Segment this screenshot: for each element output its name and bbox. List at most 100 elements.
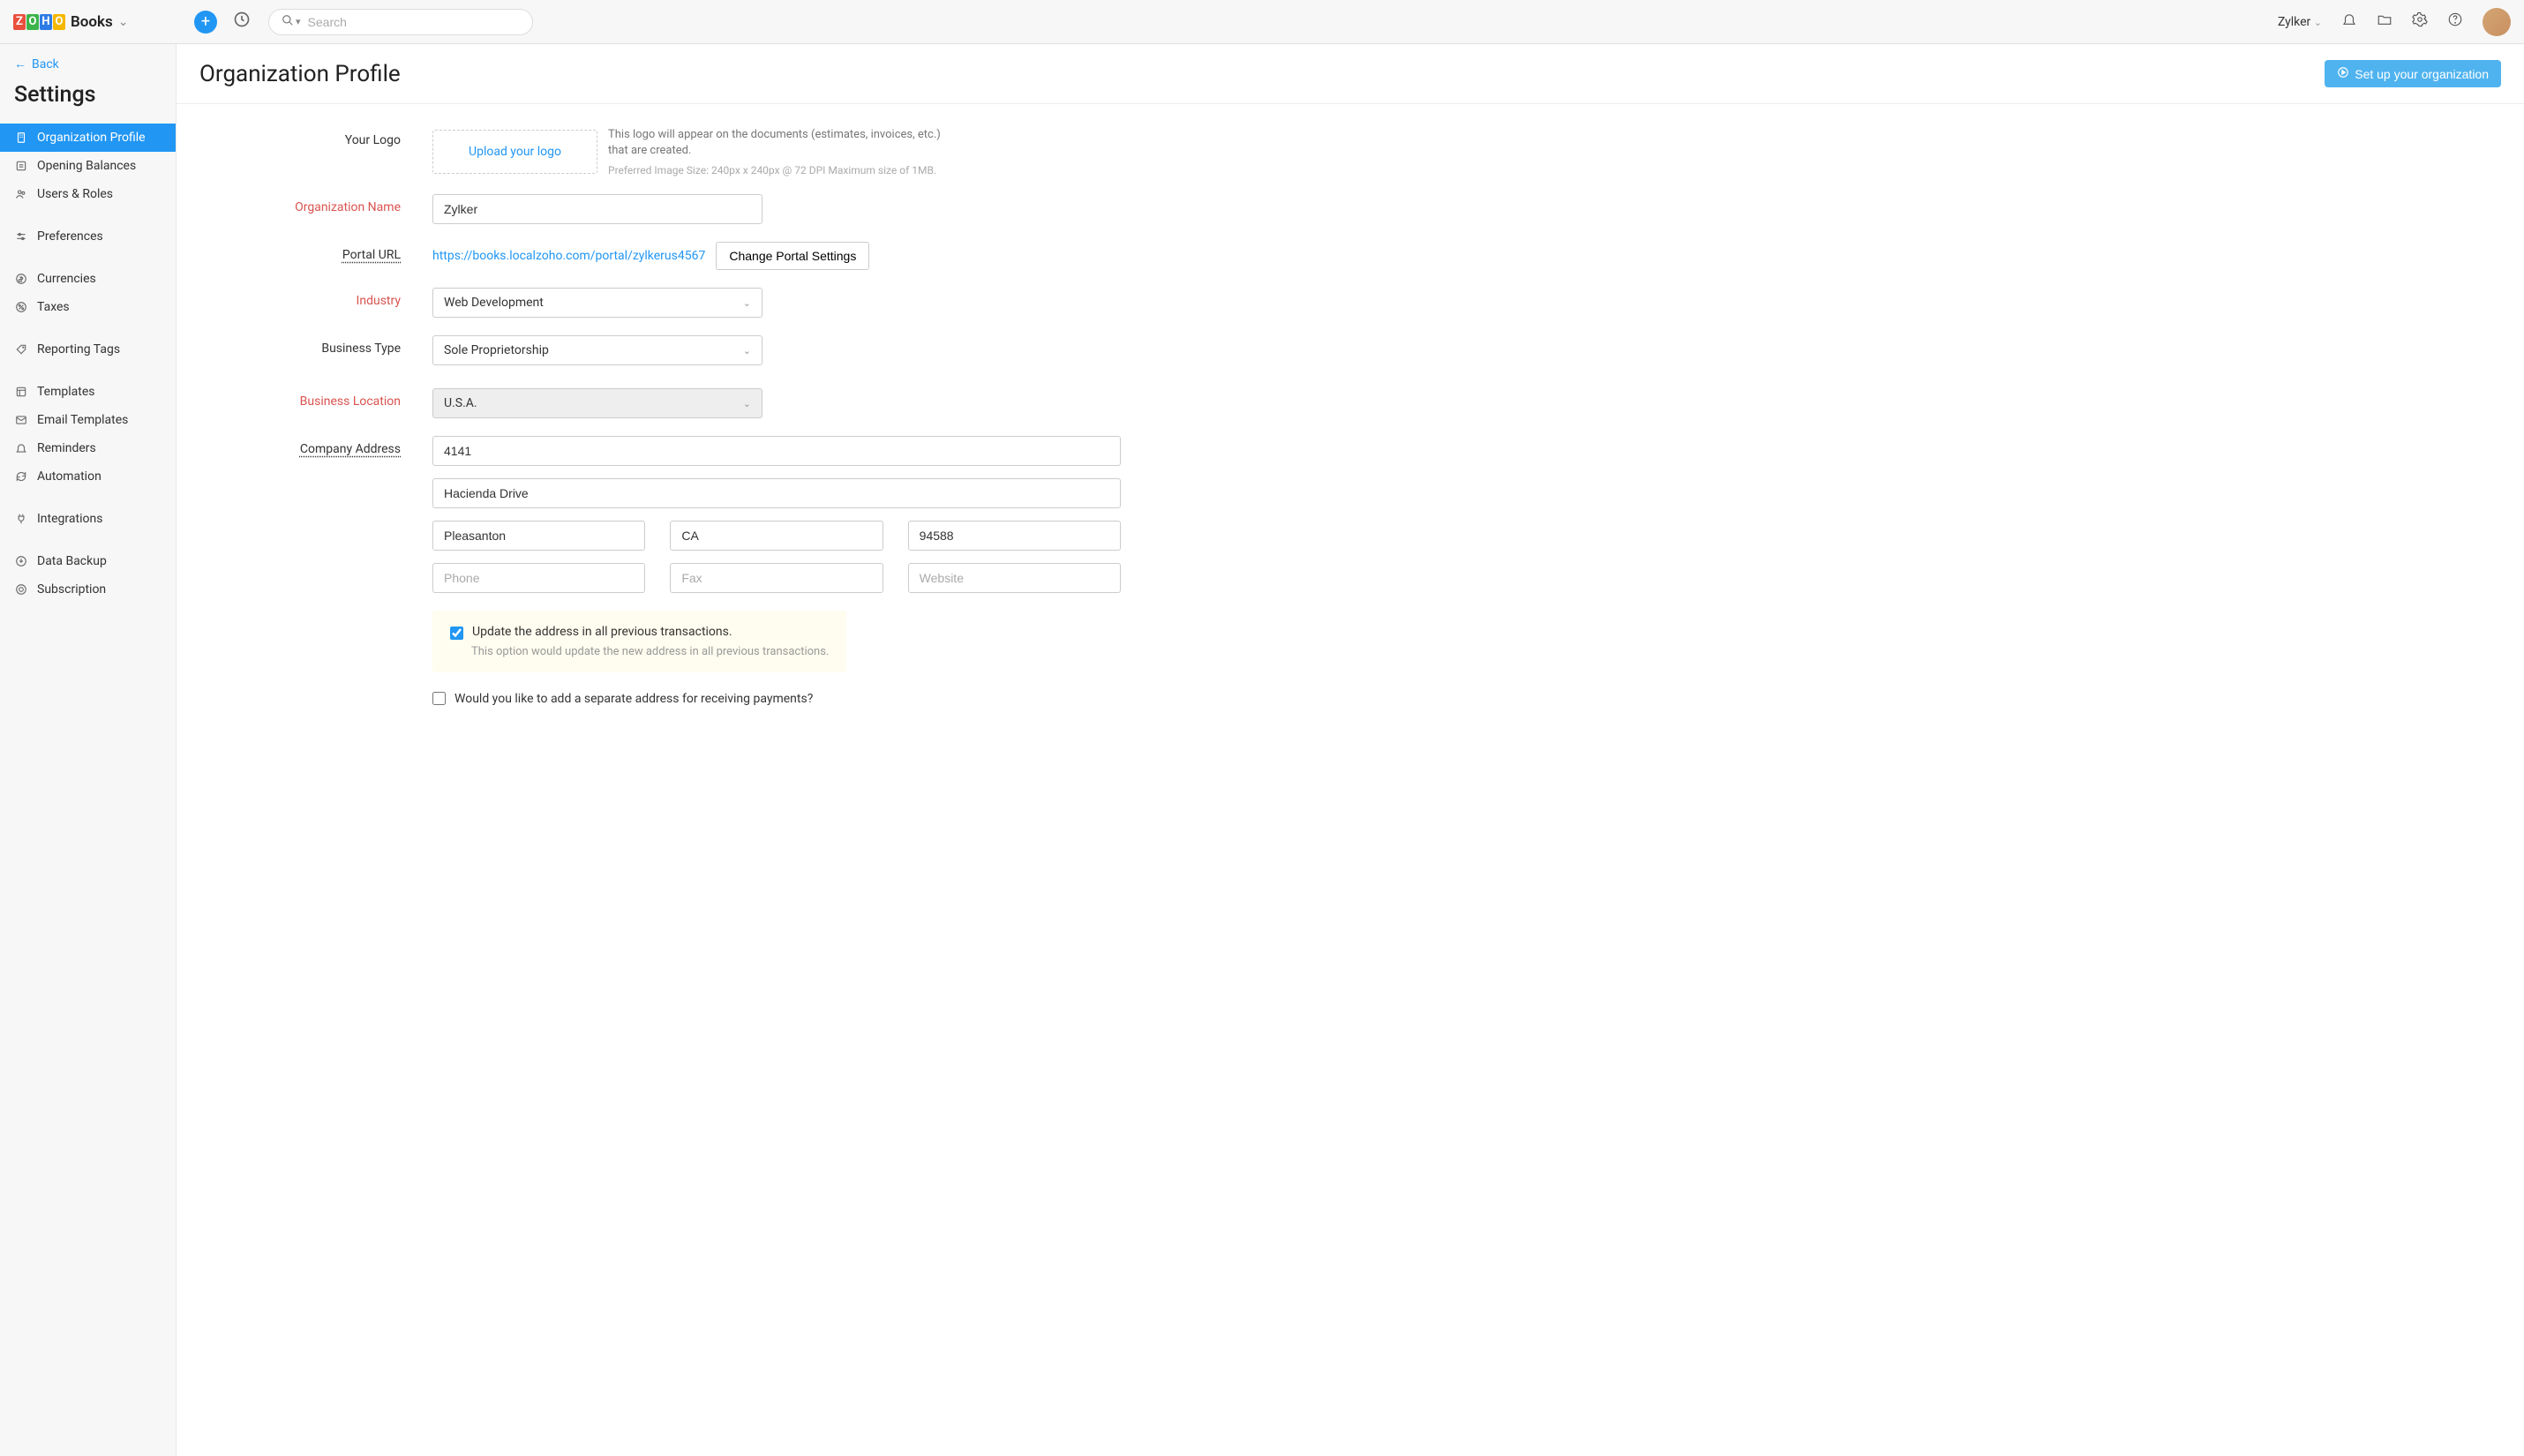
page-header: Organization Profile Set up your organiz…	[177, 44, 2524, 104]
help-icon[interactable]	[2447, 11, 2463, 32]
logo-label: Your Logo	[229, 127, 432, 147]
address-phone-input[interactable]	[432, 563, 645, 593]
industry-label: Industry	[229, 288, 432, 308]
setup-organization-button[interactable]: Set up your organization	[2325, 60, 2501, 87]
building-icon	[14, 131, 28, 144]
balance-icon	[14, 160, 28, 172]
address-street1-input[interactable]	[432, 436, 1121, 466]
search-dropdown-caret-icon[interactable]: ▾	[296, 16, 301, 27]
search-box[interactable]: ▾	[268, 9, 533, 35]
tag-icon	[14, 343, 28, 356]
sidebar-item-reporting-tags[interactable]: Reporting Tags	[0, 335, 176, 364]
play-circle-icon	[2337, 66, 2349, 81]
sidebar-item-taxes[interactable]: Taxes	[0, 293, 176, 321]
sidebar-item-label: Automation	[37, 469, 101, 484]
sidebar-item-email-templates[interactable]: Email Templates	[0, 406, 176, 434]
sidebar-item-label: Currencies	[37, 272, 96, 286]
sidebar-item-reminders[interactable]: Reminders	[0, 434, 176, 462]
update-address-notice: Update the address in all previous trans…	[432, 611, 846, 672]
business-location-label: Business Location	[229, 388, 432, 409]
notifications-icon[interactable]	[2341, 11, 2357, 32]
separate-address-checkbox[interactable]	[432, 692, 446, 705]
plug-icon	[14, 513, 28, 525]
settings-sidebar: ← Back Settings Organization Profile Open…	[0, 44, 177, 1456]
portal-url-label: Portal URL	[229, 242, 432, 262]
sidebar-item-users-roles[interactable]: Users & Roles	[0, 180, 176, 208]
top-bar: ZOHO Books ⌄ + ▾ Zylker ⌄	[0, 0, 2524, 44]
currency-icon	[14, 273, 28, 285]
avatar[interactable]	[2483, 8, 2511, 36]
org-name-input[interactable]	[432, 194, 762, 224]
sidebar-item-label: Templates	[37, 385, 95, 399]
business-type-select[interactable]: Sole Proprietorship ⌄	[432, 335, 762, 365]
folder-icon[interactable]	[2377, 11, 2393, 32]
search-icon	[282, 14, 294, 30]
app-name: Books	[71, 13, 113, 31]
sidebar-item-templates[interactable]: Templates	[0, 378, 176, 406]
sync-icon	[14, 470, 28, 483]
sidebar-item-label: Email Templates	[37, 413, 128, 427]
sidebar-item-label: Data Backup	[37, 554, 107, 568]
top-right-actions: Zylker ⌄	[2278, 8, 2511, 36]
arrow-left-icon: ←	[14, 56, 26, 71]
users-icon	[14, 188, 28, 200]
business-location-select[interactable]: U.S.A. ⌄	[432, 388, 762, 418]
sidebar-item-label: Users & Roles	[37, 187, 113, 201]
logo-hint: This logo will appear on the documents (…	[608, 127, 961, 176]
main-content: Organization Profile Set up your organiz…	[177, 44, 2524, 1456]
sidebar-item-label: Subscription	[37, 582, 106, 597]
sidebar-item-label: Taxes	[37, 300, 70, 314]
chevron-down-icon: ⌄	[2314, 17, 2322, 28]
sidebar-item-automation[interactable]: Automation	[0, 462, 176, 491]
sidebar-item-label: Integrations	[37, 512, 102, 526]
app-logo[interactable]: ZOHO Books ⌄	[13, 13, 177, 31]
gear-icon[interactable]	[2412, 11, 2428, 32]
sidebar-item-integrations[interactable]: Integrations	[0, 505, 176, 533]
sidebar-item-label: Reporting Tags	[37, 342, 120, 356]
address-website-input[interactable]	[908, 563, 1121, 593]
quick-add-button[interactable]: +	[194, 11, 217, 34]
business-type-label: Business Type	[229, 335, 432, 356]
sidebar-item-preferences[interactable]: Preferences	[0, 222, 176, 251]
chevron-down-icon: ⌄	[743, 345, 751, 356]
address-street2-input[interactable]	[432, 478, 1121, 508]
address-fax-input[interactable]	[670, 563, 883, 593]
zoho-logo-icon: ZOHO	[13, 14, 66, 30]
email-icon	[14, 414, 28, 426]
chevron-down-icon: ⌄	[118, 15, 129, 29]
percent-icon	[14, 301, 28, 313]
sidebar-item-subscription[interactable]: Subscription	[0, 575, 176, 604]
sidebar-item-label: Organization Profile	[37, 131, 146, 145]
sidebar-item-organization-profile[interactable]: Organization Profile	[0, 124, 176, 152]
download-icon	[14, 555, 28, 567]
address-city-input[interactable]	[432, 521, 645, 551]
change-portal-button[interactable]: Change Portal Settings	[716, 242, 869, 270]
sidebar-item-opening-balances[interactable]: Opening Balances	[0, 152, 176, 180]
sidebar-item-data-backup[interactable]: Data Backup	[0, 547, 176, 575]
org-switcher[interactable]: Zylker ⌄	[2278, 15, 2322, 29]
chevron-down-icon: ⌄	[743, 297, 751, 309]
chevron-down-icon: ⌄	[743, 398, 751, 409]
template-icon	[14, 386, 28, 398]
sidebar-title: Settings	[0, 80, 176, 124]
address-state-input[interactable]	[670, 521, 883, 551]
history-icon[interactable]	[233, 11, 251, 33]
sidebar-item-label: Preferences	[37, 229, 103, 244]
sidebar-item-label: Opening Balances	[37, 159, 136, 173]
subscription-icon	[14, 583, 28, 596]
update-address-checkbox[interactable]	[450, 627, 463, 640]
search-input[interactable]	[308, 15, 520, 29]
sidebar-item-label: Reminders	[37, 441, 96, 455]
industry-select[interactable]: Web Development ⌄	[432, 288, 762, 318]
address-zip-input[interactable]	[908, 521, 1121, 551]
sidebar-item-currencies[interactable]: Currencies	[0, 265, 176, 293]
upload-logo-button[interactable]: Upload your logo	[432, 130, 597, 174]
top-quick-actions: +	[194, 11, 251, 34]
sliders-icon	[14, 230, 28, 243]
portal-url-link[interactable]: https://books.localzoho.com/portal/zylke…	[432, 249, 705, 263]
org-name-label: Organization Name	[229, 194, 432, 214]
company-address-label: Company Address	[229, 436, 432, 456]
back-link[interactable]: ← Back	[0, 56, 176, 80]
bell-icon	[14, 442, 28, 454]
page-title: Organization Profile	[199, 61, 401, 87]
